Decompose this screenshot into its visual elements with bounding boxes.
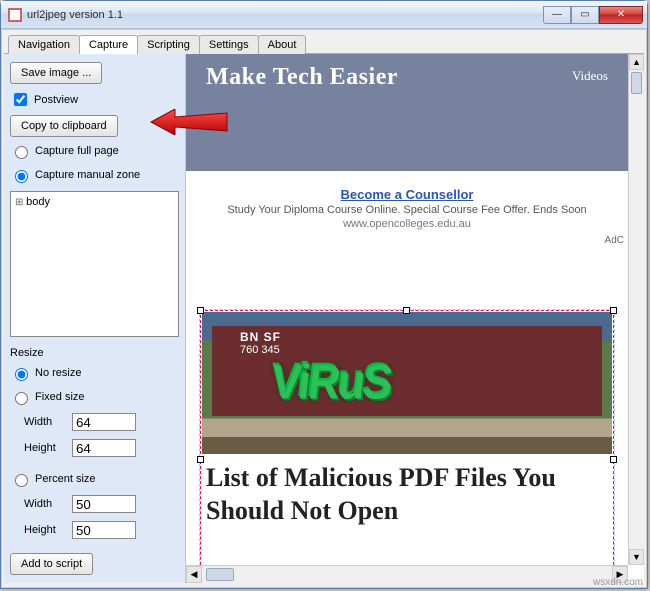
- selection-rectangle[interactable]: [200, 310, 614, 565]
- postview-label: Postview: [34, 94, 78, 106]
- scroll-up-icon[interactable]: ▲: [629, 54, 644, 70]
- handle-e[interactable]: [610, 456, 617, 463]
- ad-url: www.opencolleges.edu.au: [190, 218, 624, 230]
- postview-checkbox[interactable]: Postview: [10, 88, 179, 111]
- postview-check-input[interactable]: [14, 93, 27, 106]
- scroll-left-icon[interactable]: ◀: [186, 566, 202, 583]
- window-title: url2jpeg version 1.1: [27, 9, 543, 21]
- percent-height-label: Height: [24, 524, 68, 536]
- tree-root-body[interactable]: body: [15, 196, 174, 208]
- maximize-button[interactable]: ▭: [571, 6, 599, 24]
- ad-block: Become a Counsellor Study Your Diploma C…: [186, 171, 628, 234]
- capture-manual-label: Capture manual zone: [35, 169, 140, 181]
- save-image-button[interactable]: Save image ...: [10, 62, 102, 84]
- percent-width-input[interactable]: [72, 495, 136, 513]
- copy-to-clipboard-button[interactable]: Copy to clipboard: [10, 115, 118, 137]
- site-title: Make Tech Easier: [206, 64, 398, 91]
- fixed-width-input[interactable]: [72, 413, 136, 431]
- handle-ne[interactable]: [610, 307, 617, 314]
- fixed-size-radio[interactable]: Fixed size: [10, 387, 179, 407]
- watermark: wsxdn.com: [593, 577, 643, 588]
- handle-w[interactable]: [197, 456, 204, 463]
- tab-navigation[interactable]: Navigation: [8, 35, 80, 54]
- percent-size-label: Percent size: [35, 473, 96, 485]
- scroll-down-icon[interactable]: ▼: [629, 549, 644, 565]
- tab-capture[interactable]: Capture: [79, 35, 138, 54]
- fixed-height-input[interactable]: [72, 439, 136, 457]
- preview-pane: Make Tech Easier Videos Become a Counsel…: [186, 54, 644, 583]
- vertical-scrollbar[interactable]: ▲ ▼: [628, 54, 644, 565]
- fixed-size-input[interactable]: [15, 392, 28, 405]
- capture-full-label: Capture full page: [35, 145, 119, 157]
- minimize-button[interactable]: —: [543, 6, 571, 24]
- annotation-arrow-icon: [149, 109, 229, 135]
- site-nav-videos[interactable]: Videos: [572, 64, 608, 84]
- tab-scripting[interactable]: Scripting: [137, 35, 200, 54]
- percent-size-radio[interactable]: Percent size: [10, 469, 179, 489]
- no-resize-input[interactable]: [15, 368, 28, 381]
- tab-settings[interactable]: Settings: [199, 35, 259, 54]
- fixed-width-label: Width: [24, 416, 68, 428]
- percent-height-input[interactable]: [72, 521, 136, 539]
- capture-full-input[interactable]: [15, 146, 28, 159]
- horizontal-scrollbar[interactable]: ◀ ▶: [186, 565, 628, 583]
- ad-title-link[interactable]: Become a Counsellor: [341, 187, 474, 202]
- capture-manual-input[interactable]: [15, 170, 28, 183]
- capture-manual-radio[interactable]: Capture manual zone: [10, 165, 179, 185]
- dom-tree[interactable]: body: [10, 191, 179, 337]
- vscroll-thumb[interactable]: [631, 72, 642, 94]
- tab-bar: Navigation Capture Scripting Settings Ab…: [4, 32, 644, 54]
- tab-about[interactable]: About: [258, 35, 307, 54]
- app-window: url2jpeg version 1.1 — ▭ ✕ Navigation Ca…: [0, 0, 648, 589]
- no-resize-radio[interactable]: No resize: [10, 363, 179, 383]
- rendered-page[interactable]: Make Tech Easier Videos Become a Counsel…: [186, 54, 628, 565]
- add-to-script-button[interactable]: Add to script: [10, 553, 93, 575]
- percent-size-input[interactable]: [15, 474, 28, 487]
- handle-nw[interactable]: [197, 307, 204, 314]
- close-button[interactable]: ✕: [599, 6, 643, 24]
- titlebar[interactable]: url2jpeg version 1.1 — ▭ ✕: [1, 1, 647, 29]
- handle-n[interactable]: [403, 307, 410, 314]
- hscroll-thumb[interactable]: [206, 568, 234, 581]
- ad-text: Study Your Diploma Course Online. Specia…: [190, 204, 624, 216]
- site-header: Make Tech Easier Videos: [186, 54, 628, 171]
- no-resize-label: No resize: [35, 367, 81, 379]
- percent-width-label: Width: [24, 498, 68, 510]
- capture-full-radio[interactable]: Capture full page: [10, 141, 179, 161]
- fixed-height-label: Height: [24, 442, 68, 454]
- app-icon: [7, 7, 23, 23]
- ad-tag: AdC: [605, 235, 624, 246]
- resize-label: Resize: [10, 347, 179, 359]
- fixed-size-label: Fixed size: [35, 391, 85, 403]
